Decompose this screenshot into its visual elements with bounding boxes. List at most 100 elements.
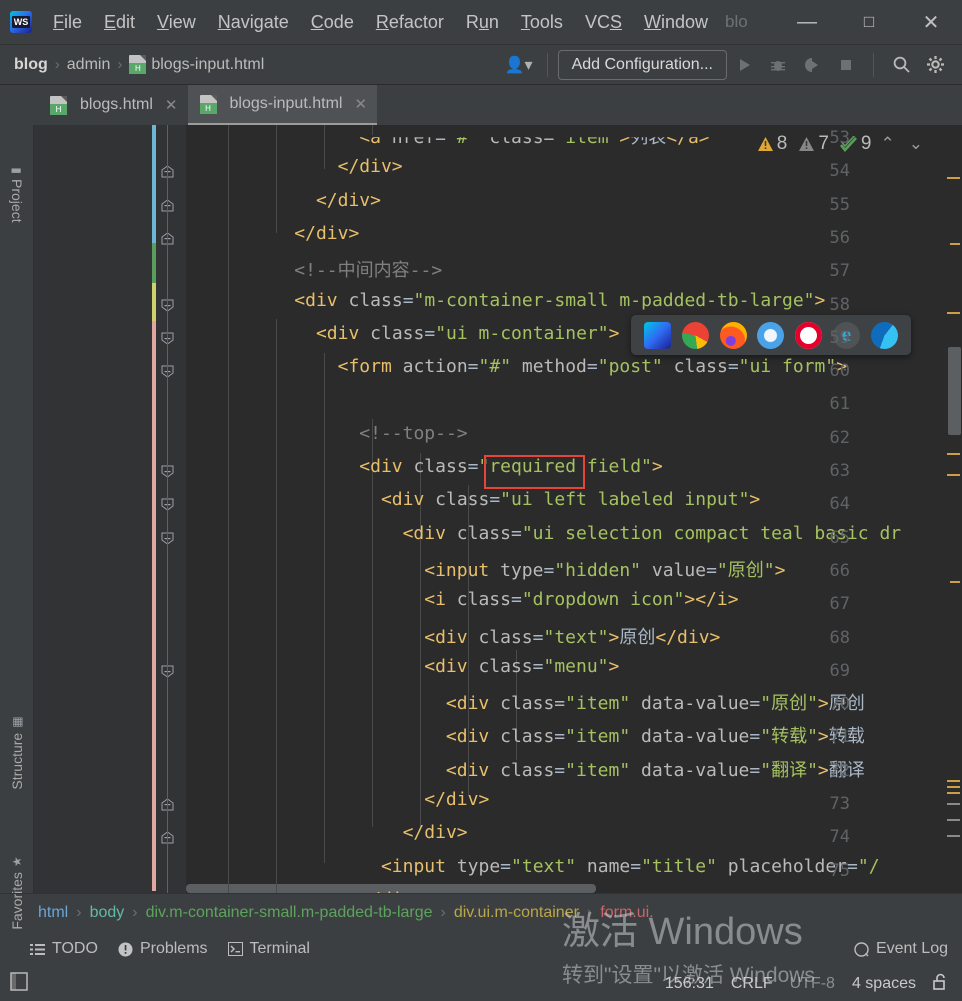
code-line[interactable]: <div class="item" data-value="原创">原创 (446, 689, 865, 715)
code-line[interactable]: <i class="dropdown icon"></i> (424, 589, 738, 610)
sidebar-item-favorites[interactable]: Favorites ★ (9, 856, 25, 929)
tab-blogs-input-html[interactable]: blogs-input.html ✕ (187, 85, 378, 125)
run-icon[interactable] (727, 50, 761, 80)
code-line[interactable]: <div class="ui m-container"> (316, 323, 619, 344)
left-tool-strip: ▮ Project Structure ▦ Favorites ★ (0, 125, 34, 930)
vcs-change-marker[interactable] (152, 321, 156, 891)
menu-vcs[interactable]: VCS (574, 9, 633, 36)
menu-edit[interactable]: Edit (93, 9, 146, 36)
search-icon[interactable] (884, 50, 918, 80)
breadcrumb-html[interactable]: html (38, 904, 68, 922)
breadcrumb-file[interactable]: blogs-input.html (151, 56, 264, 74)
line-number: 72 (829, 760, 850, 781)
sidebar-item-project[interactable]: ▮ Project (9, 167, 25, 222)
breadcrumb-div-ui-container[interactable]: div.ui.m-container (454, 904, 579, 922)
menu-tools[interactable]: Tools (510, 9, 574, 36)
settings-gear-icon[interactable] (918, 50, 952, 80)
code-line[interactable]: </div> (359, 889, 424, 893)
breadcrumb-separator: › (54, 56, 60, 73)
line-number: 71 (829, 727, 850, 748)
debug-icon[interactable] (761, 50, 795, 80)
line-number: 57 (829, 261, 850, 282)
event-log-icon (854, 941, 869, 957)
tool-window-problems[interactable]: Problems (118, 940, 208, 958)
inspection-highlight-box (484, 455, 585, 489)
code-line[interactable]: <input type="hidden" value="原创"> (424, 556, 785, 582)
close-button[interactable]: ✕ (900, 0, 962, 45)
menu-window[interactable]: Window (633, 9, 719, 36)
code-line[interactable]: <div class="item" data-value="翻译">翻译 (446, 756, 865, 782)
breadcrumb-body[interactable]: body (90, 904, 125, 922)
breadcrumb-form-ui[interactable]: form.ui. (600, 904, 653, 922)
code-line[interactable]: </div> (403, 822, 468, 843)
breadcrumb-folder[interactable]: admin (67, 56, 111, 74)
webstorm-logo-icon: WS (10, 11, 32, 33)
line-number: 60 (829, 361, 850, 382)
maximize-button[interactable]: □ (838, 0, 900, 45)
navbar-actions: 👤▾ Add Configuration... (505, 49, 962, 80)
tool-window-terminal[interactable]: Terminal (227, 940, 310, 958)
tool-window-todo[interactable]: TODO (30, 940, 98, 958)
vcs-change-marker[interactable] (152, 243, 156, 283)
menu-view[interactable]: View (146, 9, 207, 36)
structure-icon: ▦ (9, 716, 24, 728)
unlocked-icon[interactable] (933, 973, 948, 995)
tab-label: blogs.html (80, 96, 153, 113)
sidebar-item-structure[interactable]: Structure ▦ (9, 716, 25, 789)
breadcrumb-div-container-small[interactable]: div.m-container-small.m-padded-tb-large (146, 904, 433, 922)
line-number: 56 (829, 227, 850, 248)
menu-refactor[interactable]: Refactor (365, 9, 455, 36)
line-separator[interactable]: CRLF (731, 975, 773, 993)
breadcrumb-separator: › (76, 903, 82, 921)
code-line[interactable]: <div class="m-container-small m-padded-t… (294, 290, 825, 311)
code-line[interactable]: </div> (338, 156, 403, 177)
code-line[interactable]: </div> (316, 190, 381, 211)
code-line[interactable]: </div> (294, 223, 359, 244)
line-number: 65 (829, 527, 850, 548)
breadcrumb-project[interactable]: blog (14, 56, 48, 74)
code-line[interactable]: <div class="ui left labeled input"> (381, 489, 760, 510)
menu-run[interactable]: Run (455, 9, 510, 36)
tab-close-icon[interactable]: ✕ (165, 96, 178, 114)
breadcrumb-separator: › (117, 56, 123, 73)
caret-position[interactable]: 156:31 (665, 975, 714, 993)
code-line[interactable]: <form action="#" method="post" class="ui… (338, 356, 847, 377)
indent-setting[interactable]: 4 spaces (852, 975, 916, 993)
user-avatar-icon[interactable]: 👤▾ (505, 55, 533, 75)
menu-bar: File Edit View Navigate Code Refactor Ru… (42, 9, 719, 36)
line-number: 54 (829, 161, 850, 182)
webstorm-window: WS File Edit View Navigate Code Refactor… (0, 0, 962, 1001)
line-number: 73 (829, 794, 850, 814)
code-line[interactable]: <div class="item" data-value="转载">转载 (446, 722, 865, 748)
coverage-icon[interactable] (795, 50, 829, 80)
code-line[interactable]: <a href="#" class="item">列表</a> (359, 137, 709, 149)
tab-blogs-html[interactable]: blogs.html ✕ (38, 85, 188, 125)
code-line[interactable]: <input type="text" name="title" placehol… (381, 856, 880, 877)
html-file-icon (199, 94, 217, 114)
add-configuration-button[interactable]: Add Configuration... (557, 49, 727, 80)
menu-code[interactable]: Code (300, 9, 365, 36)
star-icon: ★ (9, 856, 24, 868)
file-encoding[interactable]: UTF-8 (790, 975, 835, 993)
vcs-change-marker[interactable] (152, 283, 156, 321)
menu-navigate[interactable]: Navigate (207, 9, 300, 36)
line-number: 53 (829, 128, 850, 148)
line-number: 67 (829, 594, 850, 615)
minimize-button[interactable]: — (776, 0, 838, 45)
code-line[interactable]: <!--中间内容--> (294, 256, 442, 282)
main-area: ▮ Project Structure ▦ Favorites ★ 8 7 9 … (0, 125, 962, 930)
code-line[interactable]: </div> (424, 789, 489, 810)
stop-icon[interactable] (829, 50, 863, 80)
menu-file[interactable]: File (42, 9, 93, 36)
code-line[interactable]: <div class="text">原创</div> (424, 623, 720, 649)
tool-window-event-log[interactable]: Event Log (854, 940, 962, 958)
layout-icon[interactable] (10, 972, 28, 996)
tab-close-icon[interactable]: ✕ (354, 95, 367, 113)
code-editor[interactable]: 8 7 9 ⌃ ⌄ e <a href="#" class="item">列表<… (34, 125, 962, 893)
tool-window-bar: TODO Problems Terminal Event Log (0, 931, 962, 967)
tool-window-label: TODO (52, 940, 98, 957)
line-number: 58 (829, 294, 850, 315)
code-line[interactable]: <div class="menu"> (424, 656, 619, 677)
vcs-change-marker[interactable] (152, 125, 156, 243)
code-line[interactable]: <!--top--> (359, 423, 467, 444)
